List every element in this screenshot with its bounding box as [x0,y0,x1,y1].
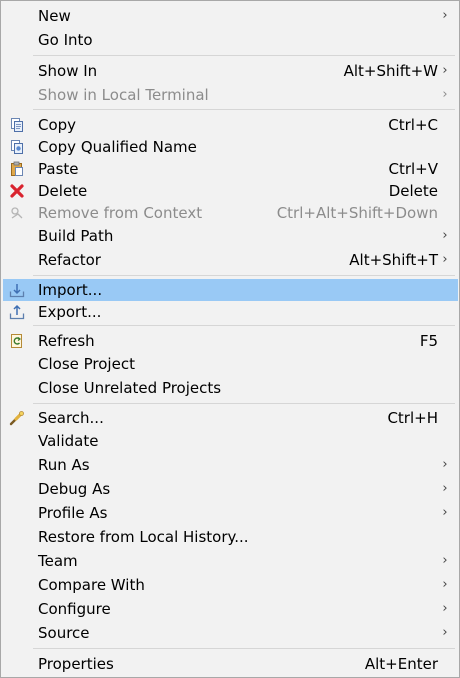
menu-item-label: Delete [38,182,88,200]
menu-item-label: Export... [38,303,102,321]
menu-item-shortcut: Ctrl+H [387,409,438,427]
menu-separator [33,325,455,326]
menu-item-label: Source [38,624,90,642]
menu-item-label: Remove from Context [38,204,203,222]
menu-item-import[interactable]: Import... [3,279,458,301]
search-icon [9,410,25,426]
menu-item-validate[interactable]: Validate [3,430,458,452]
menu-item-delete[interactable]: Delete Delete [3,180,458,202]
menu-item-profile-as[interactable]: Profile As › [3,502,458,524]
submenu-arrow-icon: › [442,505,448,520]
menu-item-label: Show in Local Terminal [38,86,209,104]
import-icon [9,282,25,298]
menu-item-close-project[interactable]: Close Project [3,353,458,375]
menu-separator [33,403,455,404]
menu-item-label: New [38,7,71,25]
menu-item-shortcut: Delete [388,182,438,200]
menu-item-show-in[interactable]: Show In Alt+Shift+W › [3,60,458,82]
copy-qualified-name-icon [9,139,25,155]
menu-item-refresh[interactable]: Refresh F5 [3,330,458,352]
menu-separator [33,55,455,56]
menu-item-search[interactable]: Search... Ctrl+H [3,407,458,429]
submenu-arrow-icon: › [442,252,448,267]
menu-item-shortcut: Alt+Shift+T [349,251,438,269]
submenu-arrow-icon: › [442,601,448,616]
menu-item-label: Close Unrelated Projects [38,379,222,397]
menu-item-label: Go Into [38,31,93,49]
menu-item-paste[interactable]: Paste Ctrl+V [3,158,458,180]
menu-item-label: Team [38,552,78,570]
context-menu: New › Go Into Show In Alt+Shift+W › Show… [0,0,460,678]
submenu-arrow-icon: › [442,87,448,102]
menu-item-source[interactable]: Source › [3,622,458,644]
menu-item-go-into[interactable]: Go Into [3,29,458,51]
menu-item-label: Show In [38,62,98,80]
menu-item-compare-with[interactable]: Compare With › [3,574,458,596]
menu-item-label: Properties [38,655,114,673]
menu-item-configure[interactable]: Configure › [3,598,458,620]
menu-separator [33,109,455,110]
menu-item-export[interactable]: Export... [3,301,458,323]
menu-item-shortcut: Ctrl+V [388,160,438,178]
menu-item-refactor[interactable]: Refactor Alt+Shift+T › [3,249,458,271]
delete-icon [9,183,25,199]
menu-item-properties[interactable]: Properties Alt+Enter [3,653,458,675]
menu-item-team[interactable]: Team › [3,550,458,572]
refresh-icon [9,333,25,349]
menu-item-label: Paste [38,160,79,178]
menu-item-label: Close Project [38,355,135,373]
menu-item-shortcut: Alt+Shift+W [343,62,438,80]
submenu-arrow-icon: › [442,577,448,592]
submenu-arrow-icon: › [442,481,448,496]
menu-item-label: Refresh [38,332,95,350]
menu-item-label: Copy Qualified Name [38,138,197,156]
menu-item-label: Run As [38,456,90,474]
menu-item-label: Search... [38,409,104,427]
menu-item-build-path[interactable]: Build Path › [3,225,458,247]
submenu-arrow-icon: › [442,625,448,640]
menu-item-shortcut: Alt+Enter [364,655,438,673]
menu-item-run-as[interactable]: Run As › [3,454,458,476]
menu-item-debug-as[interactable]: Debug As › [3,478,458,500]
submenu-arrow-icon: › [442,228,448,243]
menu-item-show-in-local-terminal[interactable]: Show in Local Terminal › [3,84,458,106]
menu-item-close-unrelated-projects[interactable]: Close Unrelated Projects [3,377,458,399]
menu-item-shortcut: F5 [419,332,438,350]
menu-item-label: Build Path [38,227,114,245]
submenu-arrow-icon: › [442,457,448,472]
submenu-arrow-icon: › [442,553,448,568]
menu-item-label: Debug As [38,480,111,498]
menu-item-shortcut: Ctrl+Alt+Shift+Down [276,204,438,222]
submenu-arrow-icon: › [442,63,448,78]
menu-separator [33,648,455,649]
menu-item-label: Compare With [38,576,145,594]
menu-item-label: Validate [38,432,99,450]
menu-item-remove-from-context[interactable]: Remove from Context Ctrl+Alt+Shift+Down [3,202,458,224]
menu-item-copy[interactable]: Copy Ctrl+C [3,114,458,136]
menu-item-restore-from-local-history[interactable]: Restore from Local History... [3,526,458,548]
menu-item-new[interactable]: New › [3,5,458,27]
menu-separator [33,275,455,276]
remove-from-context-icon [9,205,25,221]
menu-item-label: Copy [38,116,77,134]
menu-item-label: Configure [38,600,111,618]
submenu-arrow-icon: › [442,8,448,23]
menu-item-label: Profile As [38,504,108,522]
copy-icon [9,117,25,133]
export-icon [9,304,25,320]
menu-item-label: Import... [38,281,103,299]
menu-item-shortcut: Ctrl+C [388,116,438,134]
paste-icon [9,161,25,177]
menu-item-copy-qualified-name[interactable]: Copy Qualified Name [3,136,458,158]
menu-item-label: Refactor [38,251,101,269]
menu-item-label: Restore from Local History... [38,528,249,546]
